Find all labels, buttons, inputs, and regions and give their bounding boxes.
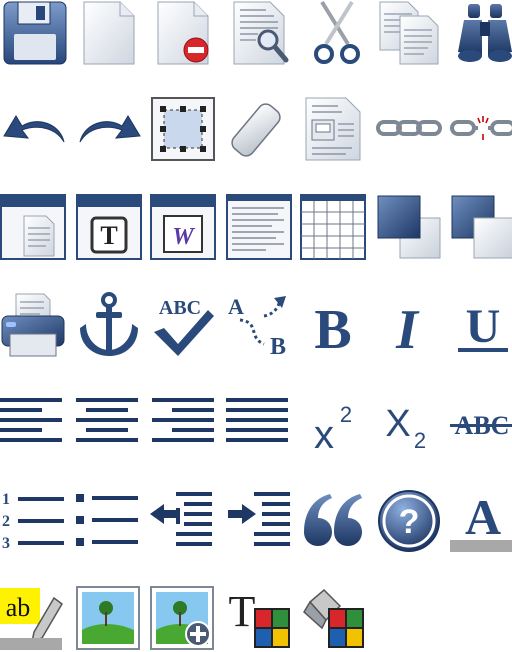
insert-image-icon[interactable]	[150, 586, 216, 652]
text-box-icon[interactable]: T	[76, 194, 142, 260]
italic-icon[interactable]: I	[374, 292, 440, 361]
subscript-base: X	[385, 403, 410, 445]
highlight-text: ab	[6, 593, 31, 622]
image-icon[interactable]	[76, 586, 142, 652]
new-document-icon[interactable]	[78, 0, 144, 66]
underline-letter: U	[466, 300, 501, 353]
link-chain-icon[interactable]	[376, 96, 442, 162]
save-icon[interactable]	[2, 0, 68, 66]
superscript-base: x	[314, 413, 334, 457]
spellcheck-icon[interactable]: ABC	[150, 292, 216, 358]
print-icon[interactable]	[0, 292, 66, 358]
indent-icon[interactable]	[226, 488, 292, 554]
find-replace-icon[interactable]: A B	[224, 292, 290, 360]
number-2: 2	[2, 513, 10, 530]
text-style-palette-icon[interactable]: T	[226, 586, 292, 652]
eraser-icon[interactable]	[226, 96, 292, 162]
help-question-icon[interactable]: ?	[376, 488, 442, 554]
unlink-chain-icon[interactable]	[450, 96, 512, 162]
paste-from-word-icon[interactable]: W	[150, 194, 216, 260]
anchor-icon[interactable]	[76, 292, 142, 358]
font-color-icon[interactable]: A	[450, 488, 512, 554]
delete-document-icon[interactable]	[152, 0, 218, 66]
underline-icon[interactable]: U	[450, 292, 512, 358]
bold-letter: B	[314, 299, 351, 361]
undo-arrow-icon[interactable]	[2, 96, 68, 162]
word-letter: W	[172, 224, 195, 250]
select-all-icon[interactable]	[150, 96, 216, 162]
spellcheck-text: ABC	[159, 297, 201, 319]
font-color-letter: A	[465, 489, 501, 545]
numbered-list-icon[interactable]: 1 2 3	[0, 488, 66, 554]
replace-to-letter: B	[270, 334, 286, 360]
background-color-palette-icon[interactable]	[300, 586, 366, 652]
align-center-icon[interactable]	[76, 390, 142, 456]
find-binoculars-icon[interactable]	[452, 0, 512, 66]
superscript-icon[interactable]: x 2	[300, 390, 366, 457]
table-grid-icon[interactable]	[300, 194, 366, 260]
preview-document-icon[interactable]	[228, 0, 294, 66]
template-document-icon[interactable]	[302, 96, 368, 162]
number-3: 3	[2, 535, 10, 552]
align-right-icon[interactable]	[152, 390, 218, 456]
subscript-exp: 2	[414, 428, 426, 453]
align-justify-icon[interactable]	[226, 390, 292, 456]
redo-arrow-icon[interactable]	[76, 96, 142, 162]
bring-to-front-icon[interactable]	[376, 194, 442, 260]
text-style-letter: T	[229, 587, 256, 636]
blockquote-icon[interactable]	[300, 488, 366, 554]
help-mark: ?	[399, 503, 420, 541]
superscript-exp: 2	[340, 402, 352, 427]
cut-scissors-icon[interactable]	[304, 0, 370, 66]
number-1: 1	[2, 491, 10, 508]
outdent-icon[interactable]	[150, 488, 216, 554]
textbox-letter: T	[100, 221, 117, 250]
highlight-icon[interactable]: ab	[0, 586, 66, 652]
copy-icon[interactable]	[378, 0, 444, 66]
replace-from-letter: A	[228, 294, 244, 319]
send-to-back-icon[interactable]	[450, 194, 512, 260]
strikethrough-icon[interactable]: ABC	[450, 390, 512, 456]
paste-plain-text-icon[interactable]	[226, 194, 292, 260]
bold-icon[interactable]: B	[300, 292, 366, 361]
bulleted-list-icon[interactable]	[76, 488, 142, 554]
new-window-document-icon[interactable]	[0, 194, 66, 260]
subscript-icon[interactable]: X 2	[376, 390, 442, 456]
italic-letter: I	[395, 299, 420, 361]
align-left-icon[interactable]	[0, 390, 66, 456]
